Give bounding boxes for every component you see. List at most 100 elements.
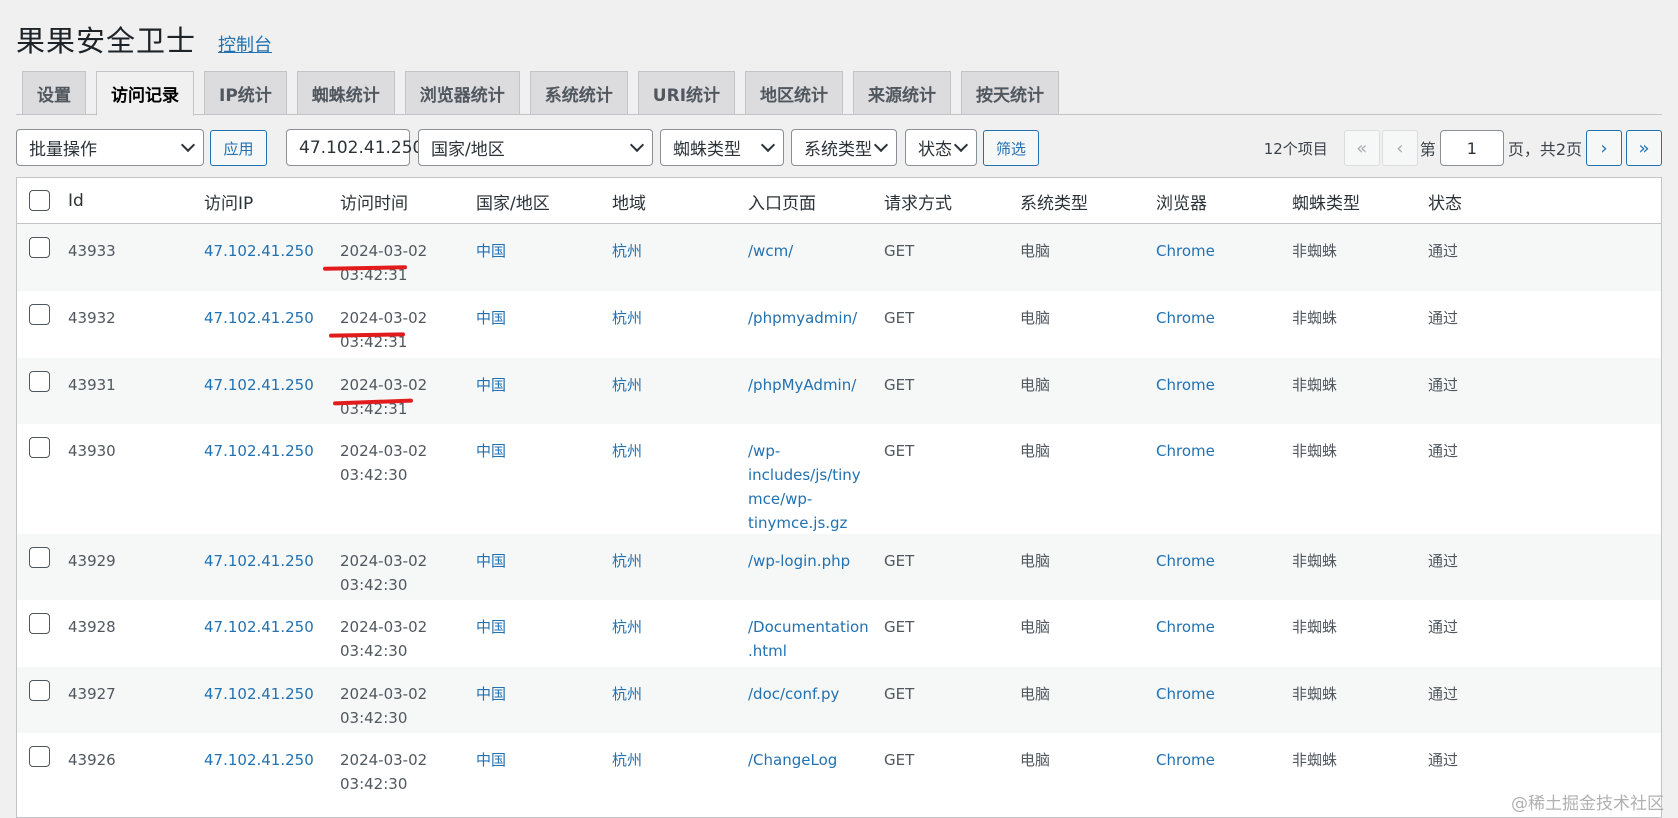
cell-browser-link[interactable]: Chrome: [1156, 439, 1215, 463]
tab-6[interactable]: URI统计: [637, 71, 736, 114]
cell-time: 2024-03-02 03:42:31: [340, 239, 427, 287]
cell-browser-link[interactable]: Chrome: [1156, 615, 1215, 639]
next-page-button[interactable]: ›: [1586, 130, 1622, 166]
cell-entry-link[interactable]: /wp-login.php: [748, 549, 850, 573]
column-header-status: 状态: [1428, 193, 1462, 214]
row-checkbox[interactable]: [29, 547, 50, 568]
cell-ip-link[interactable]: 47.102.41.250: [204, 239, 314, 263]
row-checkbox[interactable]: [29, 680, 50, 701]
cell-ip-link[interactable]: 47.102.41.250: [204, 439, 314, 463]
cell-status: 通过: [1428, 751, 1459, 769]
entry-line: /wp-: [748, 442, 781, 460]
tab-8[interactable]: 来源统计: [853, 71, 952, 114]
cell-method: GET: [884, 309, 915, 327]
row-checkbox[interactable]: [29, 304, 50, 325]
spider-type-select[interactable]: 蜘蛛类型: [660, 129, 784, 166]
row-checkbox[interactable]: [29, 746, 50, 767]
tab-5[interactable]: 系统统计: [529, 71, 628, 114]
system-type-select[interactable]: 系统类型: [791, 129, 897, 166]
cell-country-link[interactable]: 中国: [476, 748, 506, 772]
cell-ip-link[interactable]: 47.102.41.250: [204, 373, 314, 397]
tab-0[interactable]: 设置: [22, 71, 86, 114]
column-header-region: 地域: [612, 193, 646, 214]
table-row: 43931 47.102.41.250 2024-03-02 03:42:31 中国 杭州…: [17, 358, 1661, 424]
table-row: 43930 47.102.41.250 2024-03-02 03:42:30 中国 杭州…: [17, 424, 1661, 534]
row-checkbox[interactable]: [29, 613, 50, 634]
status-select[interactable]: 状态: [905, 129, 977, 166]
cell-entry-link[interactable]: /doc/conf.py: [748, 682, 839, 706]
cell-browser-link[interactable]: Chrome: [1156, 373, 1215, 397]
dashboard-link[interactable]: 控制台: [218, 31, 272, 57]
column-header-time: 访问时间: [340, 193, 408, 214]
cell-country-link[interactable]: 中国: [476, 549, 506, 573]
row-checkbox[interactable]: [29, 237, 50, 258]
time-date: 2024-03-02: [340, 618, 428, 636]
first-page-button[interactable]: «: [1343, 130, 1380, 166]
tab-4[interactable]: 浏览器统计: [404, 71, 520, 114]
cell-browser-link[interactable]: Chrome: [1156, 239, 1215, 263]
ip-filter-input[interactable]: 47.102.41.250: [286, 129, 423, 166]
cell-entry-link[interactable]: /phpmyadmin/: [748, 306, 857, 330]
cell-browser-link[interactable]: Chrome: [1156, 682, 1215, 706]
cell-country-link[interactable]: 中国: [476, 682, 506, 706]
column-header-entry: 入口页面: [748, 193, 816, 214]
cell-entry-link[interactable]: /wcm/: [748, 239, 793, 263]
tab-1[interactable]: 访问记录: [96, 71, 194, 116]
cell-country-link[interactable]: 中国: [476, 239, 506, 263]
cell-ip-link[interactable]: 47.102.41.250: [204, 306, 314, 330]
cell-country-link[interactable]: 中国: [476, 615, 506, 639]
cell-region-link[interactable]: 杭州: [612, 682, 642, 706]
row-checkbox[interactable]: [29, 371, 50, 392]
watermark: @稀土掘金技术社区: [1511, 794, 1664, 814]
cell-time: 2024-03-02 03:42:30: [340, 682, 427, 730]
cell-ip-link[interactable]: 47.102.41.250: [204, 549, 314, 573]
tab-2[interactable]: IP统计: [204, 71, 287, 114]
country-select[interactable]: 国家/地区: [418, 129, 653, 166]
cell-ip-link[interactable]: 47.102.41.250: [204, 615, 314, 639]
cell-ip-link[interactable]: 47.102.41.250: [204, 682, 314, 706]
table-row: 43927 47.102.41.250 2024-03-02 03:42:30 中国 杭州…: [17, 667, 1661, 733]
select-all-checkbox[interactable]: [29, 190, 50, 211]
cell-entry-link[interactable]: /ChangeLog: [748, 748, 837, 772]
row-checkbox[interactable]: [29, 437, 50, 458]
entry-line: includes/js/tiny: [748, 466, 861, 484]
access-log-table: Id 访问IP 访问时间 国家/地区 地域 入口页面 请求方式 系统类型 浏览器 蜘蛛类型 状态 4…: [16, 177, 1662, 818]
cell-region-link[interactable]: 杭州: [612, 615, 642, 639]
cell-entry-link[interactable]: /Documentation .html: [748, 615, 869, 663]
cell-browser-link[interactable]: Chrome: [1156, 748, 1215, 772]
cell-browser-link[interactable]: Chrome: [1156, 306, 1215, 330]
last-page-button[interactable]: »: [1626, 130, 1662, 166]
prev-page-button[interactable]: ‹: [1381, 130, 1418, 166]
time-date: 2024-03-02: [340, 442, 428, 460]
time-date: 2024-03-02: [340, 376, 428, 394]
tab-9[interactable]: 按天统计: [961, 71, 1060, 114]
toolbar: 批量操作 应用 47.102.41.250 国家/地区 蜘蛛类型 系统类型 状态…: [16, 129, 1662, 167]
time-clock: 03:42:30: [340, 709, 408, 727]
table-body: 43933 47.102.41.250 2024-03-02 03:42:31 中国 杭州…: [17, 224, 1661, 799]
cell-method: GET: [884, 442, 915, 460]
tab-7[interactable]: 地区统计: [745, 71, 844, 114]
cell-region-link[interactable]: 杭州: [612, 306, 642, 330]
bulk-action-select[interactable]: 批量操作: [16, 129, 204, 166]
filter-button[interactable]: 筛选: [983, 130, 1039, 166]
cell-country-link[interactable]: 中国: [476, 306, 506, 330]
cell-country-link[interactable]: 中国: [476, 439, 506, 463]
cell-region-link[interactable]: 杭州: [612, 549, 642, 573]
cell-region-link[interactable]: 杭州: [612, 439, 642, 463]
entry-line: /doc/conf.py: [748, 685, 840, 703]
cell-region-link[interactable]: 杭州: [612, 748, 642, 772]
cell-id: 43931: [68, 376, 116, 394]
cell-spider: 非蜘蛛: [1292, 242, 1338, 260]
apply-button[interactable]: 应用: [210, 130, 267, 166]
chevron-down-icon: [953, 137, 969, 153]
cell-ip-link[interactable]: 47.102.41.250: [204, 748, 314, 772]
cell-region-link[interactable]: 杭州: [612, 239, 642, 263]
tab-3[interactable]: 蜘蛛统计: [296, 71, 395, 114]
current-page-input[interactable]: 1: [1439, 130, 1504, 166]
cell-region-link[interactable]: 杭州: [612, 373, 642, 397]
cell-entry-link[interactable]: /phpMyAdmin/: [748, 373, 856, 397]
cell-entry-link[interactable]: /wp-includes/js/tiny mce/wp-tinymce.js.gz: [748, 439, 861, 535]
cell-spider: 非蜘蛛: [1292, 552, 1338, 570]
cell-browser-link[interactable]: Chrome: [1156, 549, 1215, 573]
cell-country-link[interactable]: 中国: [476, 373, 506, 397]
